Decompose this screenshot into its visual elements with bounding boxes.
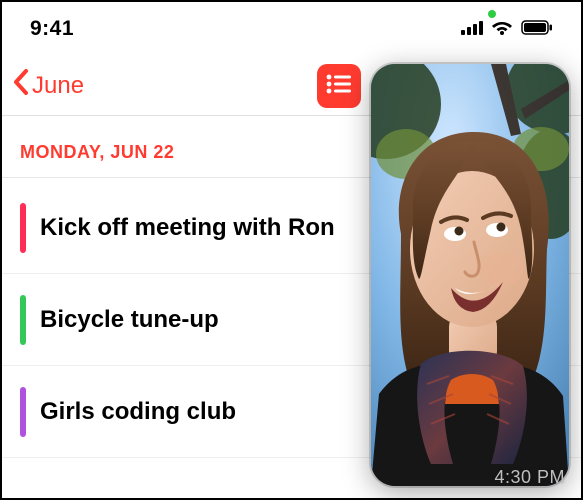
event-color-bar: [20, 203, 26, 253]
back-label: June: [32, 72, 84, 100]
event-title: Bicycle tune-up: [40, 306, 219, 334]
wifi-icon: [491, 17, 513, 41]
status-bar: 9:41: [2, 2, 581, 56]
chevron-left-icon: [12, 68, 30, 103]
event-title: Kick off meeting with Ron: [40, 214, 335, 242]
status-time: 9:41: [30, 17, 74, 41]
facetime-pip[interactable]: [371, 64, 569, 486]
background-schedule-time: 4:30 PM: [494, 467, 565, 488]
event-color-bar: [20, 387, 26, 437]
list-view-button[interactable]: [317, 64, 361, 108]
battery-icon: [521, 17, 553, 41]
cellular-icon: [461, 17, 483, 41]
event-title: Girls coding club: [40, 398, 236, 426]
list-bullet-icon: [326, 74, 352, 99]
pip-video-frame: [371, 64, 569, 486]
event-color-bar: [20, 295, 26, 345]
back-button[interactable]: June: [12, 68, 84, 103]
camera-indicator-dot: [488, 10, 496, 18]
